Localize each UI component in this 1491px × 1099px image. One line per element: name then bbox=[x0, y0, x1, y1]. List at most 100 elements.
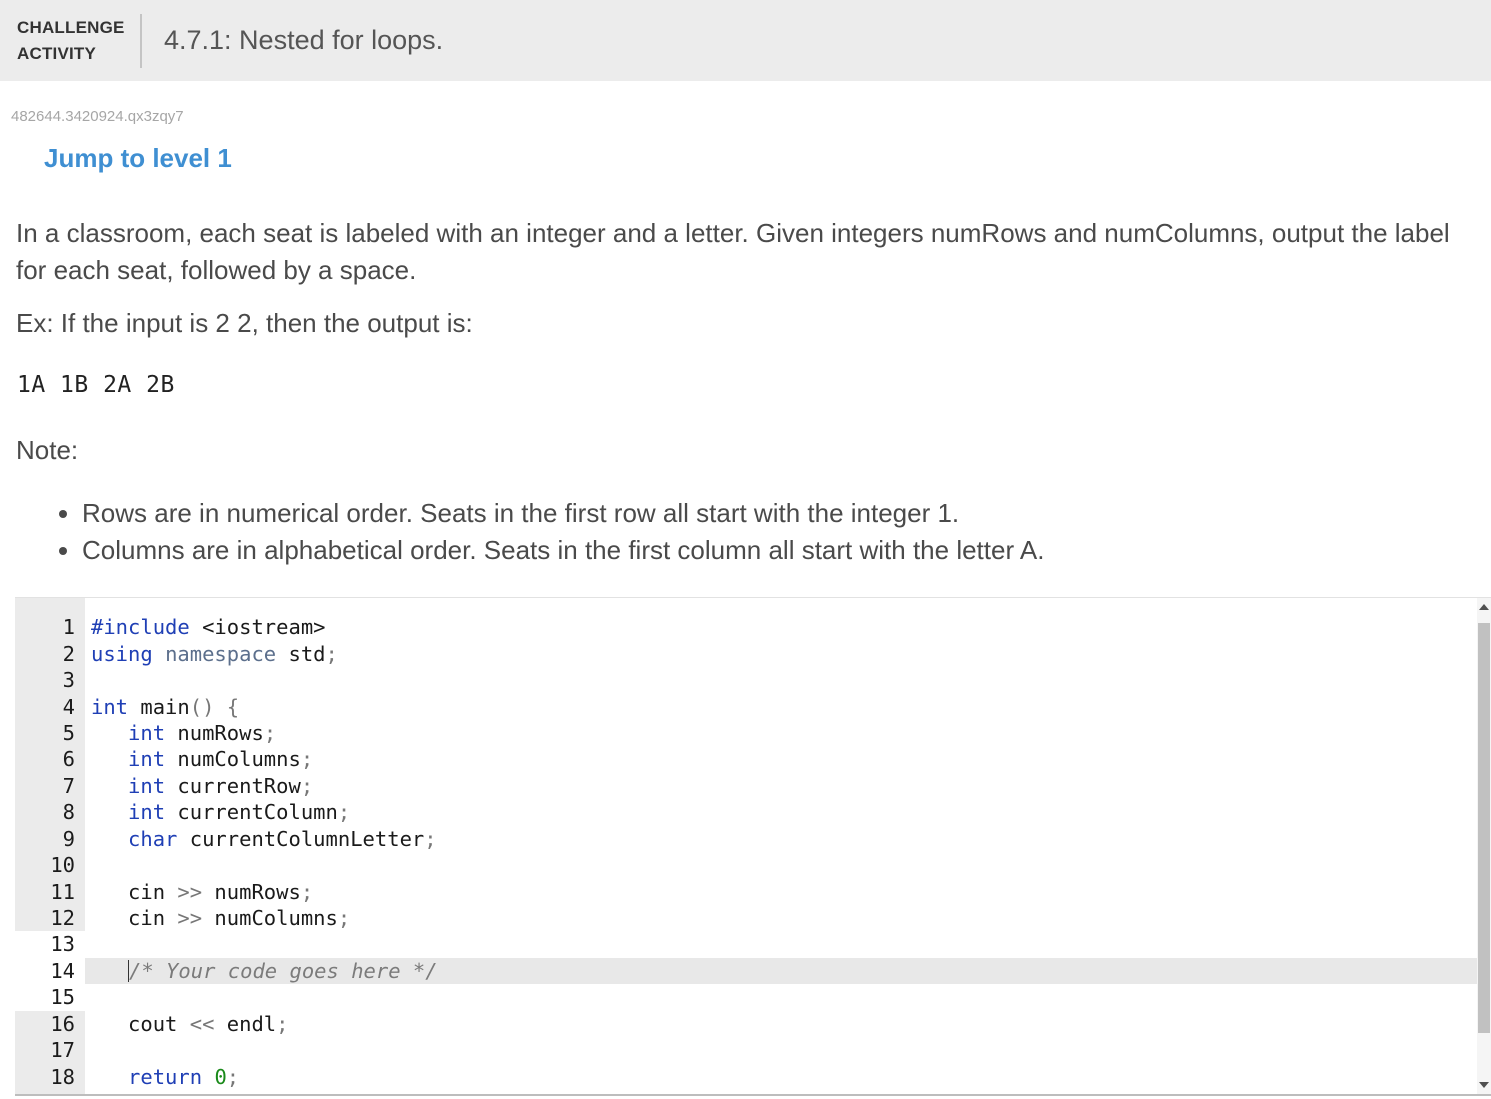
code-line[interactable]: 10 bbox=[15, 851, 1477, 879]
code-line[interactable]: 8 int currentColumn; bbox=[15, 799, 1477, 826]
code-line[interactable]: 12 cin >> numColumns; bbox=[15, 904, 1477, 932]
line-number: 5 bbox=[15, 719, 85, 747]
notes-list: Rows are in numerical order. Seats in th… bbox=[44, 495, 1044, 569]
code-line[interactable]: 14 /* Your code goes here */ bbox=[15, 957, 1477, 985]
code-token: std bbox=[276, 641, 326, 666]
code-token: currentColumn bbox=[165, 800, 338, 825]
code-text[interactable]: int numColumns; bbox=[85, 746, 1477, 772]
header-divider bbox=[140, 13, 142, 68]
code-line[interactable]: 2 using namespace std; bbox=[15, 640, 1477, 667]
code-text[interactable]: cout << endl; bbox=[85, 1011, 1477, 1037]
code-line[interactable]: 13 bbox=[15, 931, 1477, 958]
line-number: 4 bbox=[15, 693, 85, 720]
code-text[interactable]: int currentRow; bbox=[85, 773, 1477, 799]
line-number: 14 bbox=[15, 957, 85, 985]
code-token: namespace bbox=[165, 641, 277, 666]
code-text[interactable] bbox=[85, 852, 1477, 878]
note-item: Columns are in alphabetical order. Seats… bbox=[82, 532, 1044, 569]
code-line[interactable]: 3 bbox=[15, 666, 1477, 694]
code-text[interactable] bbox=[85, 1037, 1477, 1063]
code-token: main bbox=[128, 694, 190, 719]
line-number: 16 bbox=[15, 1010, 85, 1037]
scrollbar-thumb[interactable] bbox=[1478, 623, 1490, 1033]
challenge-activity-badge: CHALLENGE ACTIVITY bbox=[17, 15, 137, 67]
code-editor[interactable]: 1 #include <iostream> 2 using namespace std… bbox=[15, 597, 1491, 1096]
code-text[interactable]: cin >> numRows; bbox=[85, 878, 1477, 904]
code-token: << bbox=[189, 1011, 215, 1036]
code-line[interactable]: 11 cin >> numRows; bbox=[15, 878, 1477, 905]
code-token: return bbox=[128, 1064, 203, 1089]
activity-id: 482644.3420924.qx3zqy7 bbox=[11, 108, 184, 125]
line-number: 17 bbox=[15, 1037, 85, 1064]
activity-title: 4.7.1: Nested for loops. bbox=[164, 25, 444, 55]
line-number: 9 bbox=[15, 825, 85, 852]
code-token: numColumns bbox=[202, 906, 338, 931]
jump-to-level-link[interactable]: Jump to level 1 bbox=[44, 143, 232, 174]
code-token: ; bbox=[337, 906, 351, 931]
line-number: 6 bbox=[15, 746, 85, 773]
code-token: <iostream> bbox=[189, 615, 326, 640]
code-text[interactable]: #include <iostream> bbox=[85, 614, 1477, 640]
code-text[interactable]: cin >> numColumns; bbox=[85, 905, 1477, 931]
code-text[interactable]: char currentColumnLetter; bbox=[85, 826, 1477, 852]
line-number: 13 bbox=[15, 931, 85, 958]
code-text[interactable]: return 0; bbox=[85, 1063, 1477, 1089]
code-token: >> bbox=[177, 906, 203, 931]
code-lines[interactable]: 1 #include <iostream> 2 using namespace std… bbox=[15, 614, 1477, 1090]
code-line[interactable]: 18 return 0; bbox=[15, 1063, 1477, 1090]
line-number: 1 bbox=[15, 614, 85, 641]
badge-line-1: CHALLENGE bbox=[17, 17, 125, 37]
code-token: currentColumnLetter bbox=[177, 826, 425, 851]
code-token: >> bbox=[177, 879, 203, 904]
code-text[interactable] bbox=[85, 667, 1477, 693]
code-text[interactable]: using namespace std; bbox=[85, 640, 1477, 666]
line-number: 10 bbox=[15, 851, 85, 879]
line-number: 3 bbox=[15, 666, 85, 694]
code-line[interactable]: 9 char currentColumnLetter; bbox=[15, 825, 1477, 852]
code-line[interactable]: 5 int numRows; bbox=[15, 719, 1477, 747]
code-text[interactable]: int main() { bbox=[85, 693, 1477, 719]
scroll-up-arrow-icon[interactable] bbox=[1479, 604, 1489, 610]
code-token: char bbox=[128, 826, 178, 851]
code-token: ; bbox=[276, 1011, 289, 1036]
code-token: /* Your code goes here */ bbox=[129, 958, 438, 983]
example-output: 1A 1B 2A 2B bbox=[17, 372, 175, 398]
code-line[interactable]: 4 int main() { bbox=[15, 693, 1477, 720]
line-number: 15 bbox=[15, 984, 85, 1011]
note-item: Rows are in numerical order. Seats in th… bbox=[82, 495, 1044, 532]
code-text[interactable] bbox=[85, 931, 1477, 957]
code-token: cout bbox=[91, 1011, 190, 1036]
code-token: int bbox=[91, 694, 129, 719]
code-token: int bbox=[128, 773, 166, 798]
code-text[interactable]: int currentColumn; bbox=[85, 799, 1477, 825]
code-token: ; bbox=[226, 1064, 240, 1089]
code-line[interactable]: 1 #include <iostream> bbox=[15, 614, 1477, 641]
code-token: ; bbox=[263, 720, 277, 745]
line-number: 12 bbox=[15, 904, 85, 932]
code-text[interactable]: /* Your code goes here */ bbox=[85, 957, 1477, 985]
code-text[interactable]: int numRows; bbox=[85, 720, 1477, 746]
code-token: endl bbox=[214, 1011, 277, 1036]
code-token: int bbox=[128, 747, 166, 772]
code-token: ; bbox=[325, 641, 338, 666]
code-token: ; bbox=[424, 826, 437, 851]
code-line[interactable]: 17 bbox=[15, 1037, 1477, 1064]
code-token: ; bbox=[337, 800, 351, 825]
code-line[interactable]: 6 int numColumns; bbox=[15, 746, 1477, 773]
code-text[interactable] bbox=[85, 984, 1477, 1010]
code-line[interactable]: 7 int currentRow; bbox=[15, 772, 1477, 800]
line-number: 18 bbox=[15, 1063, 85, 1090]
code-token: 0 bbox=[214, 1064, 227, 1089]
editor-scrollbar[interactable] bbox=[1477, 598, 1491, 1094]
code-line[interactable]: 16 cout << endl; bbox=[15, 1010, 1477, 1037]
code-line[interactable]: 15 bbox=[15, 984, 1477, 1011]
scroll-down-arrow-icon[interactable] bbox=[1479, 1082, 1489, 1088]
code-token: numRows bbox=[165, 720, 264, 745]
